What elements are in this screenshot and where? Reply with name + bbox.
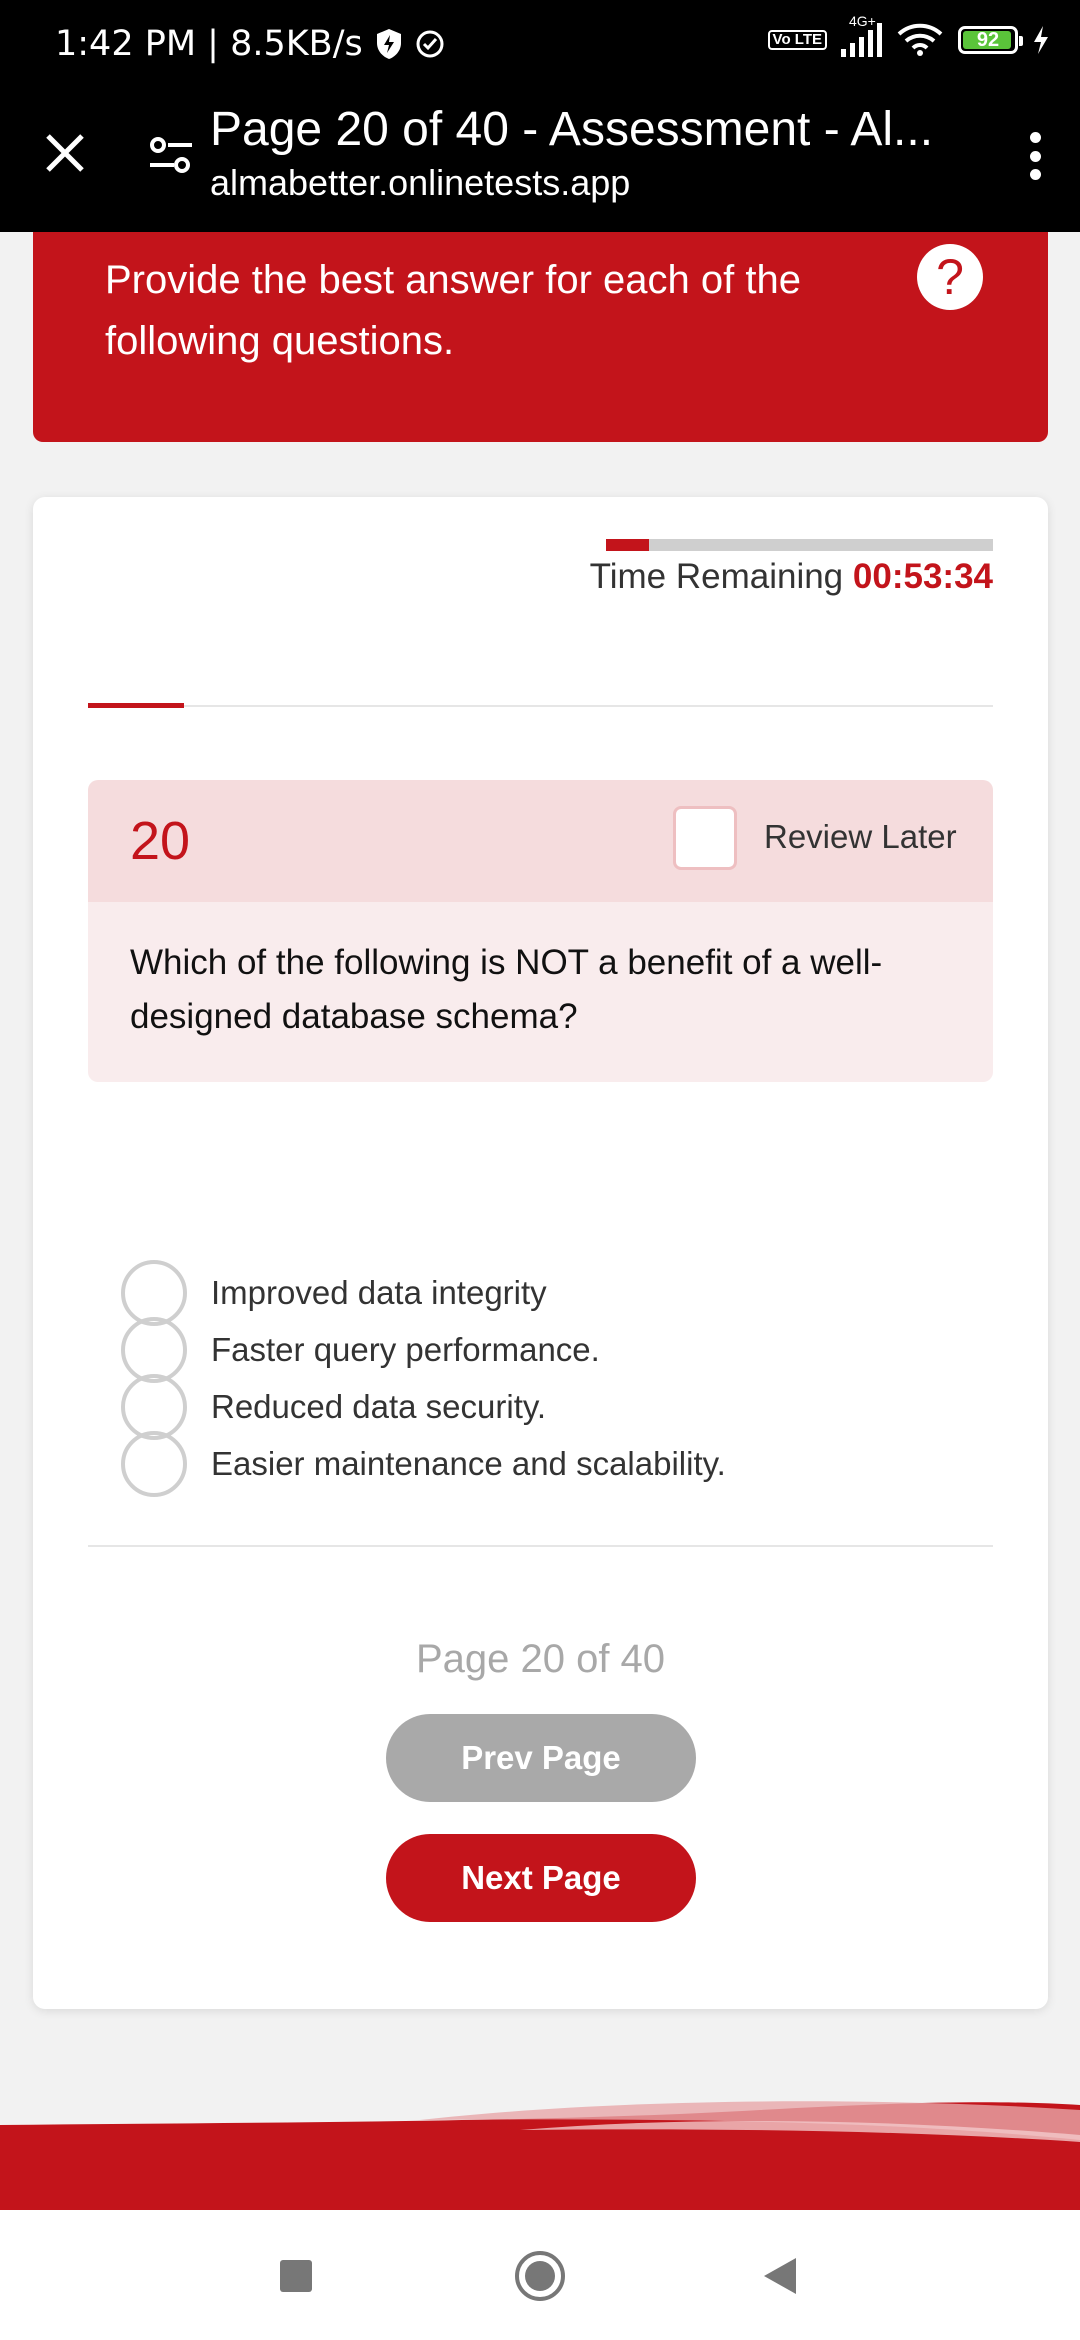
question-body: Which of the following is NOT a benefit … [88,902,993,1082]
time-progress-fill [606,539,649,551]
time-remaining: Time Remaining 00:53:34 [590,557,993,597]
page-indicator: Page 20 of 40 [415,1637,666,1681]
options-divider [88,1545,993,1547]
time-remaining-label: Time Remaining [589,557,853,596]
time-remaining-value: 00:53:34 [852,557,993,596]
volte-icon: Vo LTE [767,30,827,50]
close-icon[interactable] [40,128,90,178]
status-time-speed: 1:42 PM | 8.5KB/s [55,24,363,64]
more-options-icon[interactable] [1020,126,1050,186]
question-number: 20 [130,811,191,871]
help-button[interactable]: ? [917,244,983,310]
review-later-label[interactable]: Review Later [764,818,957,856]
next-page-button[interactable]: Next Page [386,1834,696,1922]
battery-icon: 92 [958,26,1023,54]
time-progress-bar [606,539,993,551]
status-bar: 1:42 PM | 8.5KB/s Vo LTE 4G+ 92 [0,0,1080,96]
radio-button[interactable] [121,1431,187,1497]
back-icon[interactable] [762,2256,798,2296]
vpn-shield-icon [376,29,401,59]
prev-page-button[interactable]: Prev Page [386,1714,696,1802]
browser-toolbar: Page 20 of 40 - Assessment - Al... almab… [0,96,1080,232]
status-right: Vo LTE 4G+ 92 [767,13,1050,58]
answer-option-label[interactable]: Reduced data security. [211,1388,546,1426]
system-navigation-bar [0,2210,1080,2340]
question-header: 20 Review Later [88,780,993,902]
signal-icon: 4G+ [841,13,882,57]
wifi-icon [897,23,943,56]
page-url[interactable]: almabetter.onlinetests.app [210,162,630,204]
check-circle-icon [416,30,444,58]
review-later-checkbox[interactable] [673,806,737,870]
answer-option-label[interactable]: Faster query performance. [211,1331,600,1369]
instructions-text: Provide the best answer for each of the … [105,258,801,363]
page-title: Page 20 of 40 - Assessment - Al... [210,103,930,156]
status-left: 1:42 PM | 8.5KB/s [55,24,445,64]
battery-level: 92 [976,28,1000,51]
answer-option-label[interactable]: Easier maintenance and scalability. [211,1445,726,1483]
section-divider [88,705,993,707]
answer-option-label[interactable]: Improved data integrity [211,1274,547,1312]
recents-icon[interactable] [280,2260,312,2292]
charging-icon [1034,26,1048,54]
instructions-banner: Provide the best answer for each of the … [33,232,1048,442]
footer-wave [0,2101,1080,2210]
answer-option[interactable]: Easier maintenance and scalability. [121,1428,921,1500]
network-type: 4G+ [849,13,876,29]
home-icon[interactable] [514,2250,566,2302]
site-settings-icon[interactable] [148,132,194,178]
question-text: Which of the following is NOT a benefit … [130,943,883,1036]
section-accent [88,703,184,708]
question-card: Time Remaining 00:53:34 20 Review Later … [33,497,1048,2009]
